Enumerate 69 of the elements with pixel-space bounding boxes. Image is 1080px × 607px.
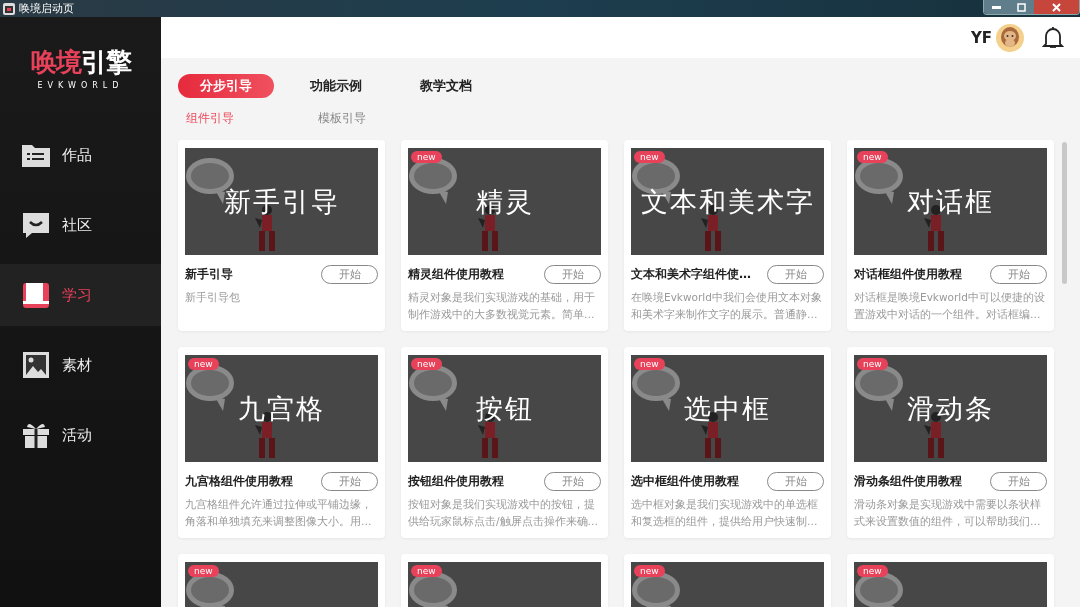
logo-text: 唤境 bbox=[30, 46, 81, 79]
sidebar-item[interactable]: 素材 bbox=[0, 334, 161, 396]
card-description: 对话框是唤境Evkworld中可以便捷的设置游戏中对话的一个组件。对话框编… bbox=[854, 290, 1046, 322]
maximize-icon bbox=[1017, 2, 1026, 12]
start-button[interactable]: 开始 bbox=[544, 472, 601, 491]
thumbnail-title: 按钮 bbox=[474, 392, 535, 426]
new-badge: new bbox=[411, 358, 442, 370]
thumbnail-title: 滑动条 bbox=[906, 392, 995, 426]
start-button[interactable]: 开始 bbox=[767, 472, 824, 491]
new-badge: new bbox=[857, 151, 888, 163]
card-description: 在唤境Evkworld中我们会使用文本对象和美术字来制作文字的展示。普通静… bbox=[631, 290, 823, 322]
new-badge: new bbox=[857, 565, 888, 577]
subtab[interactable]: 模板引导 bbox=[318, 110, 366, 127]
sidebar-item[interactable]: 作品 bbox=[0, 124, 161, 186]
new-badge: new bbox=[634, 358, 665, 370]
start-button[interactable]: 开始 bbox=[767, 265, 824, 284]
sidebar-item[interactable]: 学习 bbox=[0, 264, 161, 326]
card-description: 滑动条对象是实现游戏中需要以条状样式来设置数值的组件，可以帮助我们… bbox=[854, 497, 1042, 529]
thumbnail-title: 新手引导 bbox=[222, 185, 341, 219]
card-description: 九宫格组件允许通过拉伸或平铺边缘，角落和单独填充来调整图像大小。用… bbox=[185, 497, 373, 529]
new-badge: new bbox=[634, 151, 665, 163]
close-button[interactable] bbox=[1034, 0, 1079, 14]
card-description: 选中框对象是我们实现游戏中的单选框和复选框的组件，提供给用户快速制… bbox=[631, 497, 819, 529]
card-title: 滑动条组件使用教程 bbox=[854, 473, 962, 490]
minimize-button[interactable] bbox=[984, 0, 1009, 14]
thumbnail-title: 九宫格 bbox=[237, 392, 326, 426]
card-title: 新手引导 bbox=[185, 266, 233, 283]
new-badge: new bbox=[188, 358, 219, 370]
thumbnail-title: 精灵 bbox=[474, 185, 535, 219]
card-title: 文本和美术字组件使… bbox=[631, 266, 751, 283]
card-title: 精灵组件使用教程 bbox=[408, 266, 504, 283]
card-title: 按钮组件使用教程 bbox=[408, 473, 504, 490]
image-icon bbox=[20, 349, 52, 381]
tab[interactable]: 分步引导 bbox=[178, 74, 274, 98]
scrollbar[interactable] bbox=[1062, 142, 1067, 284]
start-button[interactable]: 开始 bbox=[544, 265, 601, 284]
new-badge: new bbox=[188, 565, 219, 577]
card-description: 精灵对象是我们实现游戏的基础，用于制作游戏中的大多数视觉元素。简单… bbox=[408, 290, 596, 322]
tab[interactable]: 功能示例 bbox=[288, 74, 384, 98]
card-description: 按钮对象是我们实现游戏中的按钮，提供给玩家鼠标点击/触屏点击操作来确… bbox=[408, 497, 600, 529]
new-badge: new bbox=[634, 565, 665, 577]
tab[interactable]: 教学文档 bbox=[398, 74, 494, 98]
card-title: 对话框组件使用教程 bbox=[854, 266, 962, 283]
card-title: 选中框组件使用教程 bbox=[631, 473, 739, 490]
avatar-icon[interactable] bbox=[996, 23, 1024, 52]
card-title: 九宫格组件使用教程 bbox=[185, 473, 293, 490]
start-button[interactable]: 开始 bbox=[321, 472, 378, 491]
window-title: 唤境启动页 bbox=[19, 1, 74, 16]
minimize-icon bbox=[992, 5, 1001, 9]
logo-text: 引擎 bbox=[80, 46, 131, 79]
subtab[interactable]: 组件引导 bbox=[186, 110, 234, 127]
start-button[interactable]: 开始 bbox=[990, 472, 1047, 491]
card-description: 新手引导包 bbox=[185, 290, 241, 305]
sidebar-item[interactable]: 社区 bbox=[0, 194, 161, 256]
start-button[interactable]: 开始 bbox=[990, 265, 1047, 284]
new-badge: new bbox=[857, 358, 888, 370]
maximize-button[interactable] bbox=[1009, 0, 1034, 14]
new-badge: new bbox=[411, 565, 442, 577]
thumbnail-title: 对话框 bbox=[906, 185, 995, 219]
thumbnail-title: 选中框 bbox=[683, 392, 772, 426]
logo-subtitle: EVKWORLD bbox=[37, 81, 124, 90]
close-icon bbox=[1052, 2, 1061, 12]
new-badge: new bbox=[411, 151, 442, 163]
thumbnail-title: 文本和美术字 bbox=[639, 185, 816, 219]
sidebar-item[interactable]: 活动 bbox=[0, 404, 161, 466]
app-icon bbox=[3, 2, 15, 15]
notification-bell-icon[interactable] bbox=[1042, 25, 1064, 50]
user-initials: YF bbox=[970, 28, 992, 47]
start-button[interactable]: 开始 bbox=[321, 265, 378, 284]
